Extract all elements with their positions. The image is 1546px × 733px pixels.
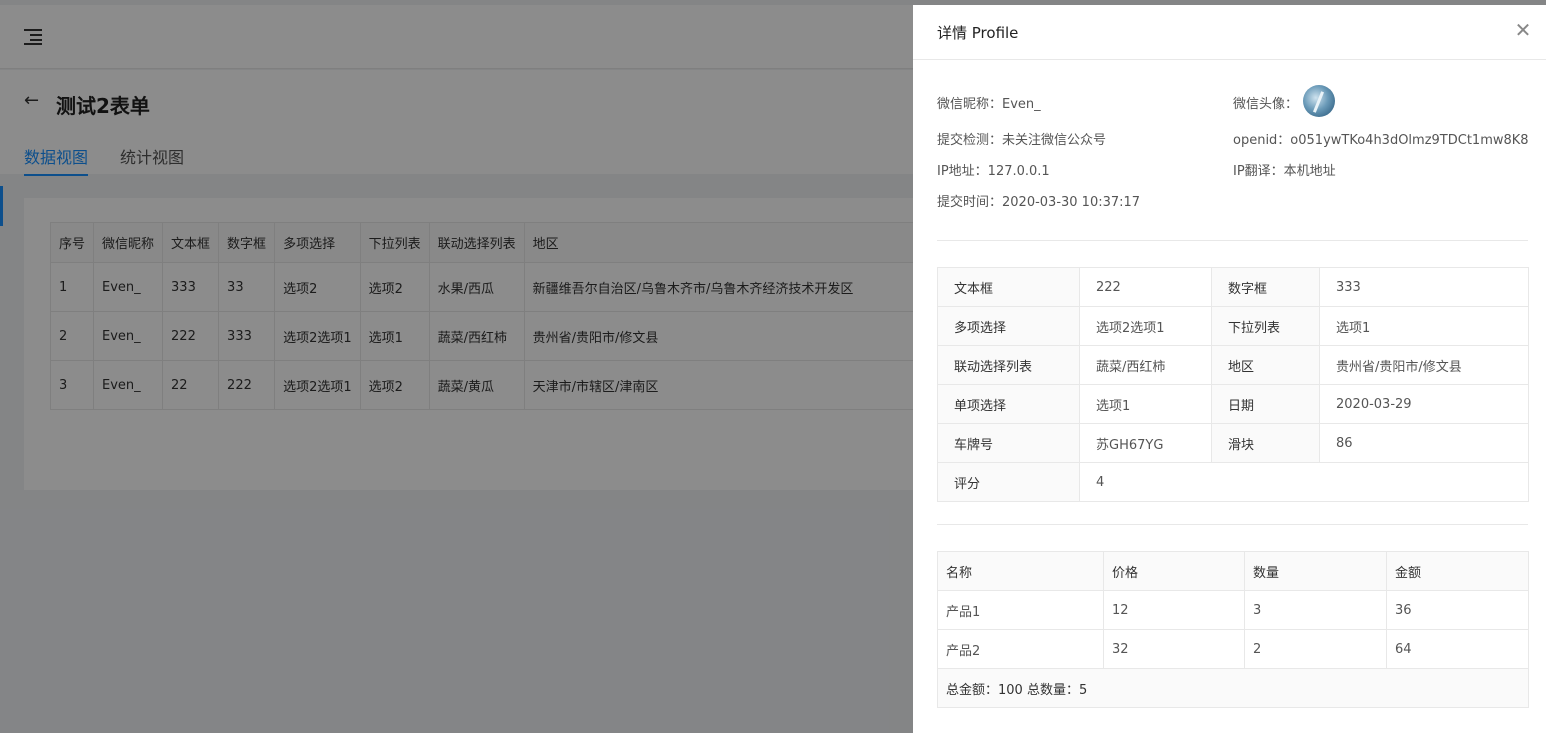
divider: [937, 240, 1528, 241]
nickname-info: 微信昵称：Even_: [937, 97, 1041, 112]
drawer-title: 详情 Profile: [937, 24, 1019, 42]
drawer-header: 详情 Profile ✕: [913, 5, 1546, 60]
detail-value: 贵州省/贵阳市/修文县: [1319, 345, 1529, 385]
submit-time-info: 提交时间：2020-03-30 10:37:17: [937, 195, 1141, 210]
detail-label: 单项选择: [937, 384, 1080, 424]
ip-translate-info: IP翻译：本机地址: [1233, 164, 1336, 179]
table-cell: 12: [1103, 590, 1245, 630]
detail-label: 文本框: [937, 267, 1080, 307]
detail-label: 滑块: [1211, 423, 1320, 463]
column-header: 数量: [1244, 551, 1387, 591]
submit-check-info: 提交检测：未关注微信公众号: [937, 133, 1107, 148]
divider: [937, 524, 1528, 525]
table-cell: 2: [1244, 629, 1387, 669]
table-cell: 3: [1244, 590, 1387, 630]
table-cell: 64: [1386, 629, 1529, 669]
detail-value: 苏GH67YG: [1079, 423, 1212, 463]
table-row: 产品2 32 2 64: [937, 629, 1529, 669]
table-cell: 36: [1386, 590, 1529, 630]
detail-value: 2020-03-29: [1319, 384, 1529, 424]
detail-label: 地区: [1211, 345, 1320, 385]
detail-label: 多项选择: [937, 306, 1080, 346]
detail-row: 文本框 222 数字框 333: [937, 267, 1529, 307]
detail-value: 333: [1319, 267, 1529, 307]
column-header: 价格: [1103, 551, 1245, 591]
table-cell: 32: [1103, 629, 1245, 669]
ip-info: IP地址：127.0.0.1: [937, 164, 1050, 179]
table-row: 产品1 12 3 36: [937, 590, 1529, 630]
avatar: [1303, 85, 1335, 117]
detail-row: 多项选择 选项2选项1 下拉列表 选项1: [937, 306, 1529, 346]
detail-value: 选项1: [1079, 384, 1212, 424]
detail-value: 蔬菜/西红柿: [1079, 345, 1212, 385]
detail-value: 86: [1319, 423, 1529, 463]
products-total: 总金额：100 总数量：5: [937, 668, 1529, 708]
table-cell: 产品1: [937, 590, 1104, 630]
detail-row: 车牌号 苏GH67YG 滑块 86: [937, 423, 1529, 463]
detail-value: 选项2选项1: [1079, 306, 1212, 346]
column-header: 金额: [1386, 551, 1529, 591]
detail-value: 4: [1079, 462, 1529, 502]
openid-info: openid：o051ywTKo4h3dOlmz9TDCt1mw8K8: [1233, 133, 1529, 148]
detail-row: 联动选择列表 蔬菜/西红柿 地区 贵州省/贵阳市/修文县: [937, 345, 1529, 385]
detail-label: 联动选择列表: [937, 345, 1080, 385]
table-header-row: 名称 价格 数量 金额: [937, 551, 1529, 591]
detail-label: 日期: [1211, 384, 1320, 424]
detail-row: 单项选择 选项1 日期 2020-03-29: [937, 384, 1529, 424]
close-icon[interactable]: ✕: [1512, 19, 1534, 41]
detail-value: 222: [1079, 267, 1212, 307]
detail-label: 数字框: [1211, 267, 1320, 307]
table-cell: 产品2: [937, 629, 1104, 669]
detail-row: 评分 4: [937, 462, 1529, 502]
total-row: 总金额：100 总数量：5: [937, 668, 1529, 708]
detail-value: 选项1: [1319, 306, 1529, 346]
products-table: 名称 价格 数量 金额 产品1 12 3 36 产品2 32 2 64 总金额：…: [937, 551, 1529, 708]
avatar-label: 微信头像：: [1233, 97, 1299, 112]
detail-label: 车牌号: [937, 423, 1080, 463]
detail-drawer: 详情 Profile ✕ 微信昵称：Even_ 微信头像： 提交检测：未关注微信…: [913, 5, 1546, 733]
column-header: 名称: [937, 551, 1104, 591]
detail-label: 下拉列表: [1211, 306, 1320, 346]
detail-label: 评分: [937, 462, 1080, 502]
field-details-table: 文本框 222 数字框 333 多项选择 选项2选项1 下拉列表 选项1 联动选…: [937, 267, 1529, 502]
